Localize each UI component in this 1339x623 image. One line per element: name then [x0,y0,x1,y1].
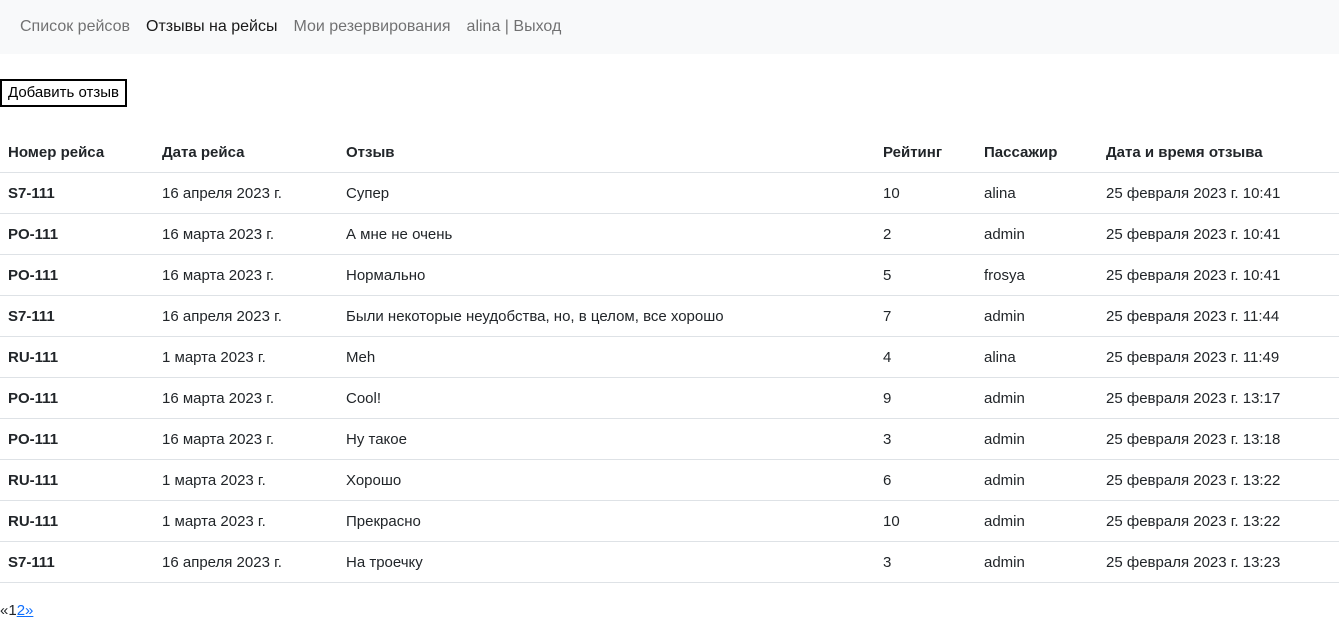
cell-flight-date: 16 апреля 2023 г. [154,295,338,337]
cell-review: Супер [338,172,875,214]
cell-review-datetime: 25 февраля 2023 г. 11:44 [1098,295,1339,337]
cell-passenger: admin [976,377,1098,419]
cell-review: Cool! [338,377,875,419]
table-row: PO-111 16 марта 2023 г. Ну такое 3 admin… [0,418,1339,460]
cell-rating: 4 [875,336,976,378]
current-user: alina [466,18,501,35]
cell-flight-number: RU-111 [0,336,154,378]
user-separator: | [500,18,514,35]
cell-flight-date: 16 марта 2023 г. [154,254,338,296]
table-row: RU-111 1 марта 2023 г. Meh 4 alina 25 фе… [0,336,1339,378]
cell-review-datetime: 25 февраля 2023 г. 10:41 [1098,172,1339,214]
cell-review: Хорошо [338,459,875,501]
header-rating: Рейтинг [875,132,976,173]
cell-review-datetime: 25 февраля 2023 г. 13:22 [1098,459,1339,501]
pagination-next-link[interactable]: » [25,602,33,619]
cell-flight-date: 1 марта 2023 г. [154,336,338,378]
cell-review: Были некоторые неудобства, но, в целом, … [338,295,875,337]
add-review-button[interactable]: Добавить отзыв [0,79,127,107]
cell-passenger: admin [976,295,1098,337]
cell-passenger: admin [976,500,1098,542]
logout-link[interactable]: Выход [513,18,561,36]
cell-flight-date: 16 марта 2023 г. [154,377,338,419]
cell-passenger: alina [976,336,1098,378]
cell-review: На троечку [338,541,875,583]
pagination: «1 2» [0,602,33,619]
cell-flight-number: RU-111 [0,500,154,542]
cell-flight-number: PO-111 [0,254,154,296]
cell-flight-date: 16 марта 2023 г. [154,418,338,460]
cell-rating: 3 [875,418,976,460]
table-row: S7-111 16 апреля 2023 г. Супер 10 alina … [0,172,1339,214]
cell-passenger: frosya [976,254,1098,296]
cell-passenger: alina [976,172,1098,214]
cell-flight-number: S7-111 [0,541,154,583]
cell-flight-date: 1 марта 2023 г. [154,459,338,501]
cell-passenger: admin [976,459,1098,501]
cell-rating: 5 [875,254,976,296]
cell-flight-number: PO-111 [0,377,154,419]
nav-flights-list[interactable]: Список рейсов [20,18,130,36]
cell-review-datetime: 25 февраля 2023 г. 13:17 [1098,377,1339,419]
pagination-page-2-link[interactable]: 2 [17,602,25,619]
cell-rating: 9 [875,377,976,419]
cell-review-datetime: 25 февраля 2023 г. 13:22 [1098,500,1339,542]
table-row: PO-111 16 марта 2023 г. Cool! 9 admin 25… [0,377,1339,419]
cell-flight-number: PO-111 [0,418,154,460]
table-row: RU-111 1 марта 2023 г. Хорошо 6 admin 25… [0,459,1339,501]
cell-flight-date: 1 марта 2023 г. [154,500,338,542]
pagination-prev: « [0,602,9,619]
cell-passenger: admin [976,541,1098,583]
table-row: RU-111 1 марта 2023 г. Прекрасно 10 admi… [0,500,1339,542]
cell-rating: 10 [875,500,976,542]
nav-flight-reviews[interactable]: Отзывы на рейсы [146,18,277,36]
cell-rating: 7 [875,295,976,337]
cell-review-datetime: 25 февраля 2023 г. 10:41 [1098,254,1339,296]
cell-passenger: admin [976,418,1098,460]
table-row: S7-111 16 апреля 2023 г. Были некоторые … [0,295,1339,337]
cell-review: А мне не очень [338,213,875,255]
header-review: Отзыв [338,132,875,173]
table-row: PO-111 16 марта 2023 г. А мне не очень 2… [0,213,1339,255]
header-flight-number: Номер рейса [0,132,154,173]
cell-rating: 2 [875,213,976,255]
cell-review: Прекрасно [338,500,875,542]
top-navbar: Список рейсов Отзывы на рейсы Мои резерв… [0,0,1339,54]
cell-rating: 10 [875,172,976,214]
table-row: PO-111 16 марта 2023 г. Нормально 5 fros… [0,254,1339,296]
cell-flight-date: 16 апреля 2023 г. [154,541,338,583]
cell-rating: 6 [875,459,976,501]
cell-rating: 3 [875,541,976,583]
header-passenger: Пассажир [976,132,1098,173]
cell-flight-number: PO-111 [0,213,154,255]
cell-review: Нормально [338,254,875,296]
cell-review-datetime: 25 февраля 2023 г. 10:41 [1098,213,1339,255]
cell-review-datetime: 25 февраля 2023 г. 11:49 [1098,336,1339,378]
cell-review: Ну такое [338,418,875,460]
reviews-table: Номер рейса Дата рейса Отзыв Рейтинг Пас… [0,132,1339,583]
cell-flight-date: 16 марта 2023 г. [154,213,338,255]
cell-review: Meh [338,336,875,378]
user-logout-group: alina | Выход [467,18,562,36]
table-header-row: Номер рейса Дата рейса Отзыв Рейтинг Пас… [0,132,1339,173]
cell-passenger: admin [976,213,1098,255]
cell-flight-number: S7-111 [0,295,154,337]
nav-my-reservations[interactable]: Мои резервирования [293,18,450,36]
pagination-current-page: 1 [8,602,17,619]
table-row: S7-111 16 апреля 2023 г. На троечку 3 ad… [0,541,1339,583]
cell-flight-number: RU-111 [0,459,154,501]
header-flight-date: Дата рейса [154,132,338,173]
header-review-datetime: Дата и время отзыва [1098,132,1339,173]
cell-flight-date: 16 апреля 2023 г. [154,172,338,214]
cell-review-datetime: 25 февраля 2023 г. 13:23 [1098,541,1339,583]
cell-flight-number: S7-111 [0,172,154,214]
cell-review-datetime: 25 февраля 2023 г. 13:18 [1098,418,1339,460]
